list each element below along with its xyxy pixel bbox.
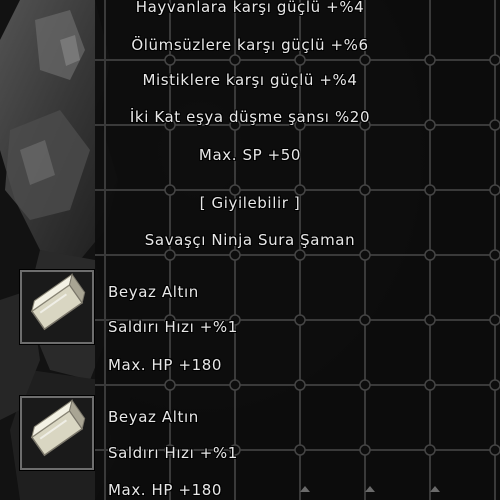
- bonus-line: Hayvanlara karşı güçlü +%4: [135, 0, 365, 16]
- socket-stat: Saldırı Hızı +%1: [108, 318, 238, 336]
- bonus-line: Ölümsüzlere karşı güçlü +%6: [131, 36, 369, 54]
- white-gold-stone-icon[interactable]: [20, 396, 94, 470]
- stone-graphic: [22, 272, 92, 342]
- socket-name: Beyaz Altın: [108, 408, 199, 426]
- bonus-line: İki Kat eşya düşme şansı %20: [129, 108, 371, 126]
- bonus-line: Max. SP +50: [198, 146, 302, 164]
- socket-stat: Max. HP +180: [108, 356, 223, 374]
- white-gold-stone-icon[interactable]: [20, 270, 94, 344]
- bonus-line: Mistiklere karşı güçlü +%4: [142, 71, 358, 89]
- wearable-label: [ Giyilebilir ]: [199, 194, 301, 212]
- socket-stat: Saldırı Hızı +%1: [108, 444, 238, 462]
- stone-graphic: [22, 398, 92, 468]
- socket-stat: Max. HP +180: [108, 481, 223, 499]
- socket-name: Beyaz Altın: [108, 283, 199, 301]
- game-screen: Hayvanlara karşı güçlü +%4 Ölümsüzlere k…: [0, 0, 500, 500]
- item-tooltip: Hayvanlara karşı güçlü +%4 Ölümsüzlere k…: [0, 0, 500, 500]
- class-list: Savaşçı Ninja Sura Şaman: [144, 231, 356, 249]
